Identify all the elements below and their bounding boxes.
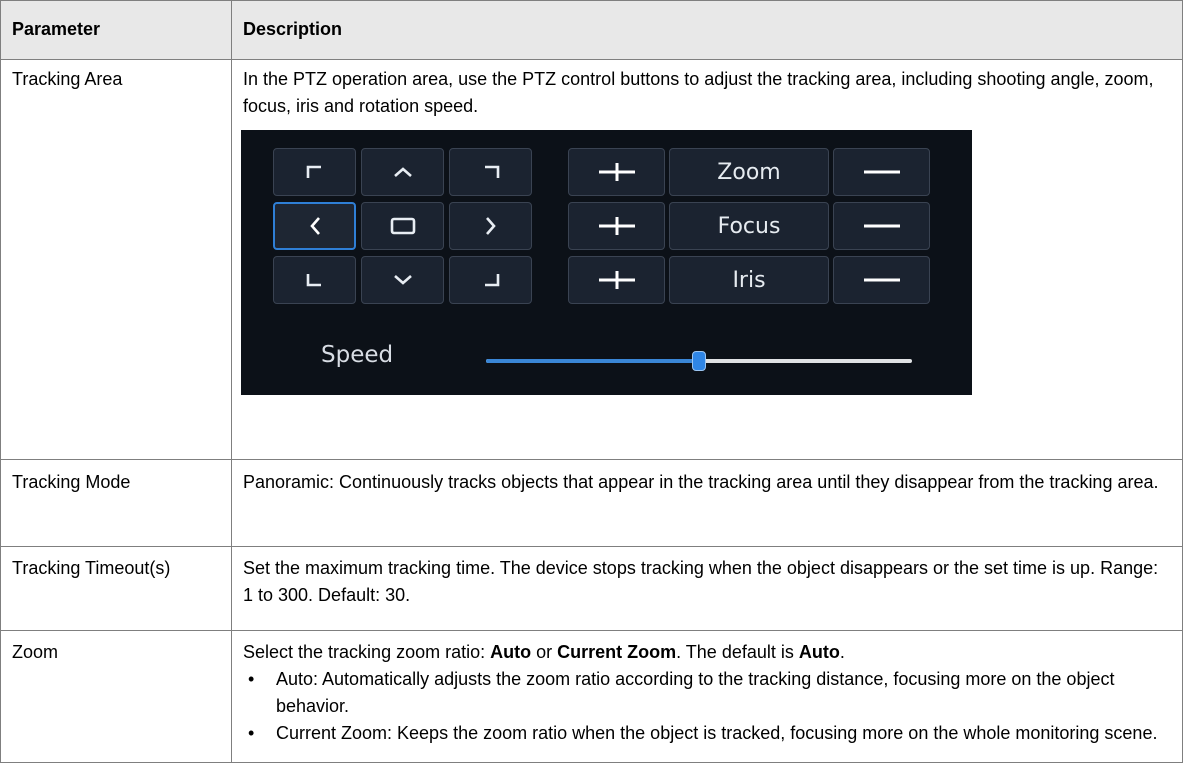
focus-far-button[interactable] — [833, 202, 930, 250]
header-parameter: Parameter — [0, 0, 232, 60]
zoom-bullet-auto: Auto: Automatically adjusts the zoom rat… — [276, 669, 1115, 716]
speed-slider-fill — [486, 359, 699, 363]
speed-slider-handle[interactable] — [692, 351, 706, 371]
desc-tracking-area: In the PTZ operation area, use the PTZ c… — [243, 69, 1154, 116]
right-button[interactable] — [449, 202, 532, 250]
zoom-label: Zoom — [669, 148, 829, 196]
right-icon — [485, 217, 496, 235]
left-icon — [309, 217, 320, 235]
list-item: • Current Zoom: Keeps the zoom ratio when… — [243, 720, 1171, 747]
down-left-button[interactable] — [273, 256, 356, 304]
zoom-in-button[interactable] — [568, 148, 665, 196]
down-icon — [393, 275, 412, 285]
desc-tracking-mode: Panoramic: Continuously tracks objects t… — [231, 459, 1183, 547]
table-row: Tracking Area In the PTZ operation area,… — [0, 59, 1183, 460]
table-header-row: Parameter Description — [0, 0, 1183, 60]
left-button[interactable] — [273, 202, 356, 250]
zoom-intro-text: Select the tracking zoom ratio: — [243, 642, 491, 662]
param-zoom: Zoom — [0, 630, 232, 763]
table-row: Tracking Timeout(s) Set the maximum trac… — [0, 546, 1183, 631]
focus-near-button[interactable] — [568, 202, 665, 250]
zoom-bullet-current: Current Zoom: Keeps the zoom ratio when … — [276, 723, 1158, 743]
down-button[interactable] — [361, 256, 444, 304]
up-right-icon — [484, 165, 499, 178]
focus-label: Focus — [669, 202, 829, 250]
zoom-or-text: or — [531, 642, 558, 662]
param-tracking-timeout: Tracking Timeout(s) — [0, 546, 232, 631]
plus-icon — [598, 163, 635, 181]
zoom-option-auto: Auto — [490, 642, 532, 662]
desc-zoom-cell: Select the tracking zoom ratio: Auto or … — [231, 630, 1183, 763]
zoom-out-button[interactable] — [833, 148, 930, 196]
iris-label: Iris — [669, 256, 829, 304]
plus-icon — [598, 271, 635, 289]
zoom-end-text: . — [839, 642, 845, 662]
table-row: Tracking Mode Panoramic: Continuously tr… — [0, 459, 1183, 547]
desc-zoom-intro: Select the tracking zoom ratio: Auto or … — [243, 639, 1171, 666]
zoom-option-current: Current Zoom — [557, 642, 677, 662]
plus-icon — [598, 217, 635, 235]
bullet-icon: • — [248, 723, 255, 743]
bullet-icon: • — [248, 669, 255, 689]
up-icon — [393, 167, 412, 177]
minus-icon — [863, 278, 900, 282]
param-tracking-mode: Tracking Mode — [0, 459, 232, 547]
iris-open-button[interactable] — [568, 256, 665, 304]
header-description: Description — [231, 0, 1183, 60]
down-right-icon — [484, 274, 499, 287]
minus-icon — [863, 224, 900, 228]
down-right-button[interactable] — [449, 256, 532, 304]
param-tracking-area: Tracking Area — [0, 59, 232, 460]
zoom-default-text: . The default is — [676, 642, 799, 662]
zoom-bullet-list: • Auto: Automatically adjusts the zoom ra… — [243, 666, 1171, 747]
up-left-icon — [306, 165, 321, 178]
speed-slider[interactable] — [486, 351, 912, 371]
up-right-button[interactable] — [449, 148, 532, 196]
table-row: Zoom Select the tracking zoom ratio: Aut… — [0, 630, 1183, 763]
up-left-button[interactable] — [273, 148, 356, 196]
parameter-table: Parameter Description Tracking Area In t… — [0, 0, 1183, 763]
ptz-control-panel: Zoom Focus Iris Speed — [241, 130, 972, 395]
minus-icon — [863, 170, 900, 174]
list-item: • Auto: Automatically adjusts the zoom ra… — [243, 666, 1171, 720]
zoom-default-value: Auto — [798, 642, 840, 662]
stop-button[interactable] — [361, 202, 444, 250]
stop-icon — [390, 217, 415, 235]
desc-tracking-timeout: Set the maximum tracking time. The devic… — [231, 546, 1183, 631]
iris-close-button[interactable] — [833, 256, 930, 304]
up-button[interactable] — [361, 148, 444, 196]
speed-label: Speed — [321, 342, 394, 368]
down-left-icon — [306, 274, 321, 287]
desc-cell: In the PTZ operation area, use the PTZ c… — [231, 59, 1183, 460]
